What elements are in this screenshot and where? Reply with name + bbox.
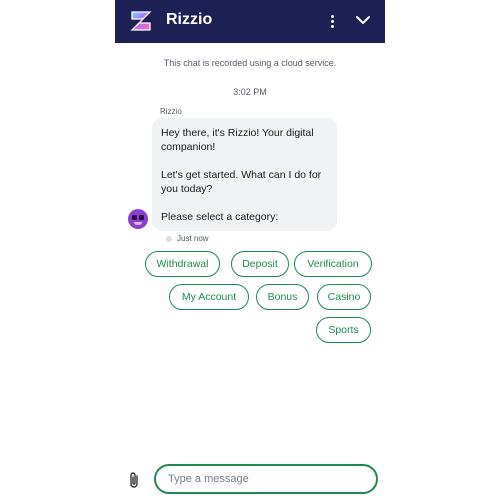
menu-button[interactable] [325, 11, 339, 31]
paperclip-icon[interactable] [127, 470, 141, 490]
quick-reply-bonus[interactable]: Bonus [256, 284, 309, 310]
chat-header: Rizzio [115, 0, 385, 43]
message-line: Hey there, it's Rizzio! Your digital com… [161, 127, 314, 153]
message-input[interactable] [154, 464, 378, 494]
quick-reply-casino[interactable]: Casino [317, 284, 371, 310]
chat-title: Rizzio [166, 11, 213, 28]
status-dot-icon [166, 235, 172, 242]
chevron-down-icon[interactable] [354, 11, 372, 29]
kebab-menu-icon [330, 14, 334, 18]
quick-reply-my-account[interactable]: My Account [169, 284, 249, 310]
message-line: Please select a category: [161, 211, 279, 223]
quick-reply-verification[interactable]: Verification [294, 251, 372, 277]
message-line: Let's get started. What can I do for you… [161, 169, 322, 195]
chat-widget: Rizzio This chat is recorded using a clo… [115, 0, 385, 500]
sender-name: Rizzio [160, 107, 182, 116]
message-timestamp: 3:02 PM [233, 87, 267, 97]
bot-message-bubble: Hey there, it's Rizzio! Your digital com… [152, 118, 337, 231]
quick-reply-sports[interactable]: Sports [316, 317, 371, 343]
quick-reply-withdrawal[interactable]: Withdrawal [145, 251, 220, 277]
delivery-status: Just now [166, 234, 209, 243]
status-text: Just now [177, 234, 209, 243]
recording-notice: This chat is recorded using a cloud serv… [163, 58, 337, 68]
bot-avatar [128, 209, 148, 229]
rizzio-logo-icon [130, 11, 152, 31]
quick-reply-deposit[interactable]: Deposit [231, 251, 289, 277]
message-composer [115, 460, 385, 500]
